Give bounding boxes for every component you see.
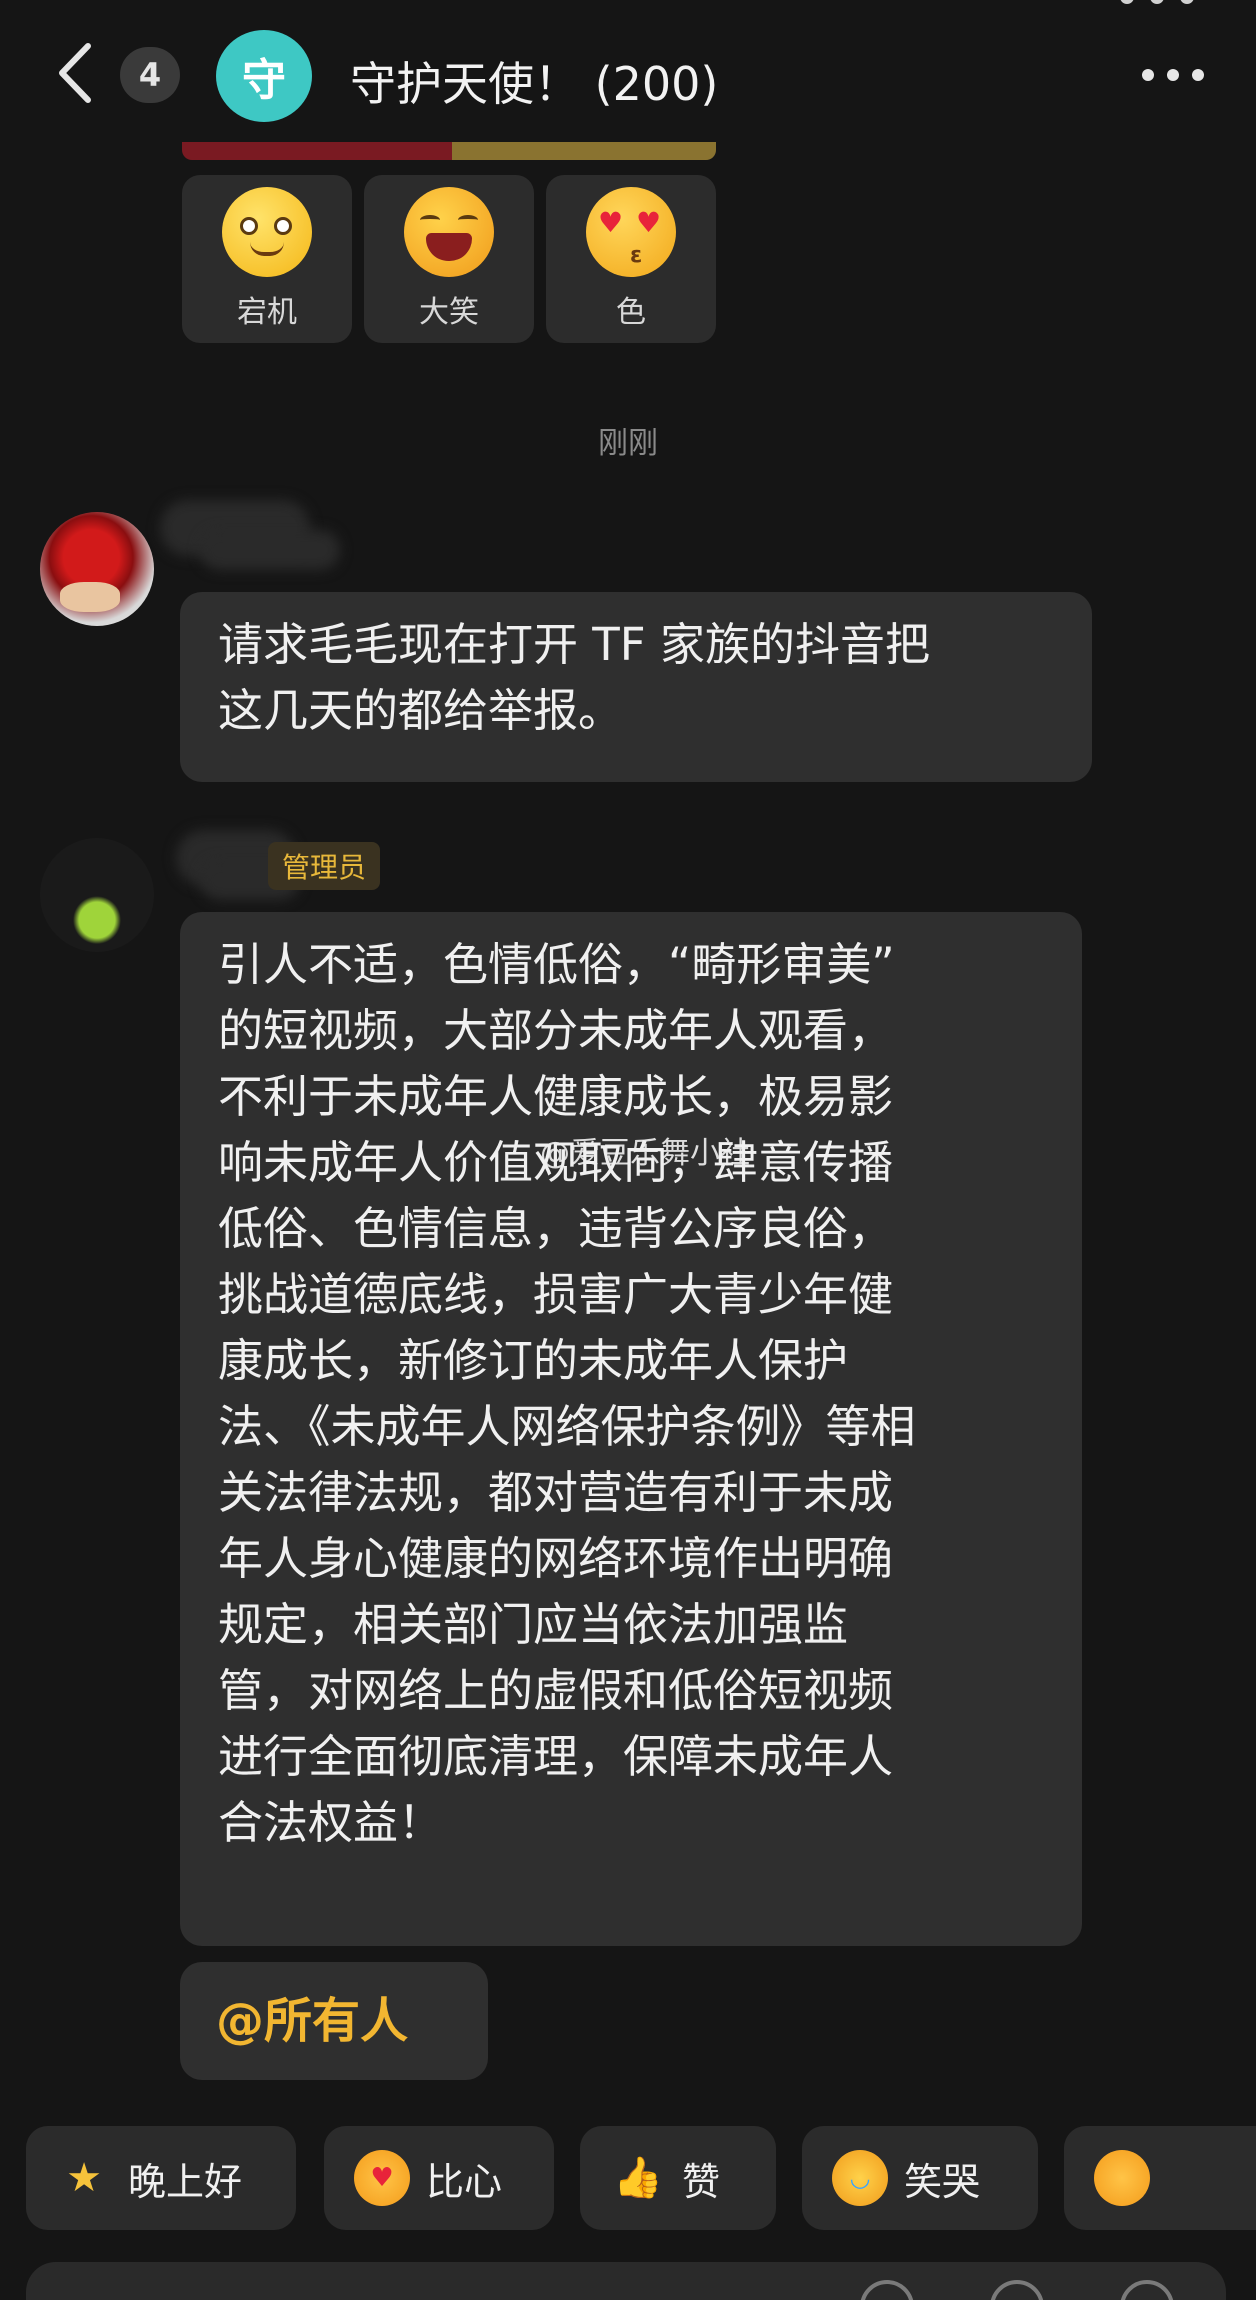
heart-hands-icon: ♥ bbox=[354, 2150, 410, 2206]
mention-all-bubble[interactable]: @所有人 bbox=[180, 1962, 488, 2080]
message-line: 管，对网络上的虚假和低俗短视频 bbox=[218, 1664, 894, 1717]
voice-icon[interactable] bbox=[1120, 2280, 1174, 2300]
quick-reply-heart[interactable]: ♥ 比心 bbox=[324, 2126, 554, 2230]
plus-icon[interactable] bbox=[990, 2280, 1044, 2300]
message-line: 低俗、色情信息，违背公序良俗， bbox=[218, 1202, 894, 1255]
group-title[interactable]: 守护天使！ (200) bbox=[350, 48, 718, 114]
message-line: 规定，相关部门应当依法加强监 bbox=[218, 1598, 849, 1651]
dizzy-face-icon bbox=[222, 187, 312, 277]
input-toolbar bbox=[0, 2280, 1256, 2300]
chat-header: 4 守 守护天使！ (200) bbox=[0, 0, 1256, 150]
emoji-icon[interactable] bbox=[860, 2280, 914, 2300]
reaction-label: 大笑 bbox=[419, 295, 479, 330]
reaction-label: 色 bbox=[616, 295, 646, 330]
more-dot-icon bbox=[1142, 69, 1154, 81]
quick-reply-label: 晚上好 bbox=[128, 2159, 243, 2204]
message-line: 康成长，新修订的未成年人保护 bbox=[218, 1334, 849, 1387]
previous-message-strip bbox=[182, 142, 716, 160]
quick-reply-cat[interactable] bbox=[1064, 2126, 1256, 2230]
quick-reply-label: 笑哭 bbox=[904, 2159, 981, 2204]
message-line: 年人身心健康的网络环境作出明确 bbox=[218, 1532, 894, 1585]
strip-gold-segment bbox=[452, 142, 716, 160]
message-line: 进行全面彻底清理，保障未成年人 bbox=[218, 1730, 894, 1783]
message-line: 法、《未成年人网络保护条例》等相 bbox=[218, 1400, 916, 1453]
message-line: 不利于未成年人健康成长，极易影 bbox=[218, 1070, 894, 1123]
reaction-card-laugh[interactable]: 大笑 bbox=[364, 175, 534, 343]
star-face-icon: ★ bbox=[66, 2155, 102, 2201]
message-line: 关法律法规，都对营造有利于未成 bbox=[218, 1466, 894, 1519]
cat-face-icon bbox=[1094, 2150, 1150, 2206]
sender-avatar[interactable] bbox=[40, 838, 154, 952]
admin-badge: 管理员 bbox=[268, 842, 381, 890]
message-line: 挑战道德底线，损害广大青少年健 bbox=[218, 1268, 894, 1321]
message-bubble[interactable]: 请求毛毛现在打开 TF 家族的抖音把 这几天的都给举报。 bbox=[180, 592, 1092, 782]
more-options-button[interactable] bbox=[1142, 62, 1204, 88]
quick-reply-label: 赞 bbox=[682, 2159, 721, 2204]
sender-avatar[interactable] bbox=[40, 512, 154, 626]
more-dot-icon bbox=[1192, 69, 1204, 81]
quick-reply-laugh-cry[interactable]: ◡ 笑哭 bbox=[802, 2126, 1038, 2230]
message-line: 请求毛毛现在打开 TF 家族的抖音把 bbox=[218, 618, 930, 671]
reaction-label: 宕机 bbox=[237, 295, 297, 330]
strip-red-segment bbox=[182, 142, 452, 160]
reaction-card-love[interactable]: ♥ ♥ ε 色 bbox=[546, 175, 716, 343]
message-line: 引人不适，色情低俗，“畸形审美” bbox=[218, 938, 895, 991]
more-dot-icon bbox=[1167, 69, 1179, 81]
reaction-card-dizzy[interactable]: 宕机 bbox=[182, 175, 352, 343]
quick-reply-good-evening[interactable]: ★ 晚上好 bbox=[26, 2126, 296, 2230]
thumbs-up-icon: 👍 bbox=[613, 2155, 663, 2201]
status-dots bbox=[1120, 0, 1210, 10]
message-line: 这几天的都给举报。 bbox=[218, 684, 624, 737]
weibo-watermark: @爱豆乐舞小社 bbox=[540, 1136, 750, 1171]
back-button[interactable] bbox=[52, 38, 102, 108]
message-bubble[interactable]: 引人不适，色情低俗，“畸形审美” 的短视频，大部分未成年人观看， 不利于未成年人… bbox=[180, 912, 1082, 1946]
sender-name-redacted bbox=[200, 530, 340, 570]
quick-reply-bar: ★ 晚上好 ♥ 比心 👍 赞 ◡ 笑哭 bbox=[0, 2126, 1256, 2230]
chevron-left-icon bbox=[59, 43, 91, 103]
message-timestamp: 刚刚 bbox=[598, 426, 658, 461]
unread-count-badge: 4 bbox=[120, 47, 180, 103]
heart-eyes-face-icon: ♥ ♥ ε bbox=[586, 187, 676, 277]
quick-reply-like[interactable]: 👍 赞 bbox=[580, 2126, 776, 2230]
laughing-face-icon bbox=[404, 187, 494, 277]
message-line: 合法权益！ bbox=[218, 1796, 444, 1849]
tears-of-joy-icon: ◡ bbox=[832, 2150, 888, 2206]
quick-reply-label: 比心 bbox=[426, 2159, 503, 2204]
message-line: 的短视频，大部分未成年人观看， bbox=[218, 1004, 894, 1057]
group-avatar[interactable]: 守 bbox=[216, 30, 312, 122]
